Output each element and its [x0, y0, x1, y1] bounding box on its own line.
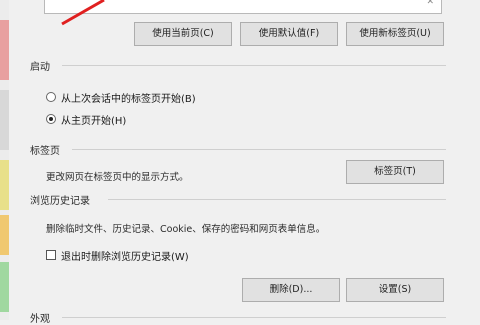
- radio-homepage[interactable]: [46, 114, 56, 124]
- history-divider: [108, 199, 446, 200]
- delete-history-on-exit[interactable]: 退出时删除浏览历史记录(W): [46, 248, 189, 263]
- delete-on-exit-label: 退出时删除浏览历史记录(W): [61, 251, 189, 263]
- delete-button[interactable]: 删除(D)...: [242, 278, 340, 302]
- strip-segment-gray: [0, 90, 9, 150]
- appearance-heading: 外观: [30, 314, 50, 325]
- startup-option-last-session[interactable]: 从上次会话中的标签页开始(B): [46, 90, 196, 105]
- strip-segment-red: [0, 20, 9, 80]
- tabs-button[interactable]: 标签页(T): [346, 160, 444, 184]
- strip-segment-yellow: [0, 160, 9, 210]
- startup-option-homepage[interactable]: 从主页开始(H): [46, 112, 127, 127]
- startup-option-homepage-label: 从主页开始(H): [61, 115, 127, 127]
- strip-segment-orange: [0, 215, 9, 255]
- annotation-arrow-icon: [61, 0, 105, 26]
- tabs-description: 更改网页在标签页中的显示方式。: [46, 172, 189, 183]
- radio-last-session[interactable]: [46, 92, 56, 102]
- tabs-divider: [72, 149, 446, 150]
- use-current-page-button[interactable]: 使用当前页(C): [134, 22, 232, 46]
- settings-button[interactable]: 设置(S): [346, 278, 444, 302]
- startup-option-last-session-label: 从上次会话中的标签页开始(B): [61, 93, 196, 105]
- appearance-divider: [62, 317, 446, 318]
- startup-divider: [62, 65, 446, 66]
- strip-segment-green: [0, 262, 9, 312]
- history-heading: 浏览历史记录: [30, 196, 90, 207]
- use-default-button[interactable]: 使用默认值(F): [240, 22, 338, 46]
- background-window-strip: [0, 0, 9, 320]
- scroll-arrow-icon[interactable]: ✕: [426, 0, 434, 7]
- tabs-heading: 标签页: [30, 146, 60, 157]
- history-description: 删除临时文件、历史记录、Cookie、保存的密码和网页表单信息。: [46, 224, 326, 235]
- startup-heading: 启动: [30, 62, 50, 73]
- delete-on-exit-checkbox[interactable]: [46, 250, 56, 260]
- use-new-tab-button[interactable]: 使用新标签页(U): [346, 22, 444, 46]
